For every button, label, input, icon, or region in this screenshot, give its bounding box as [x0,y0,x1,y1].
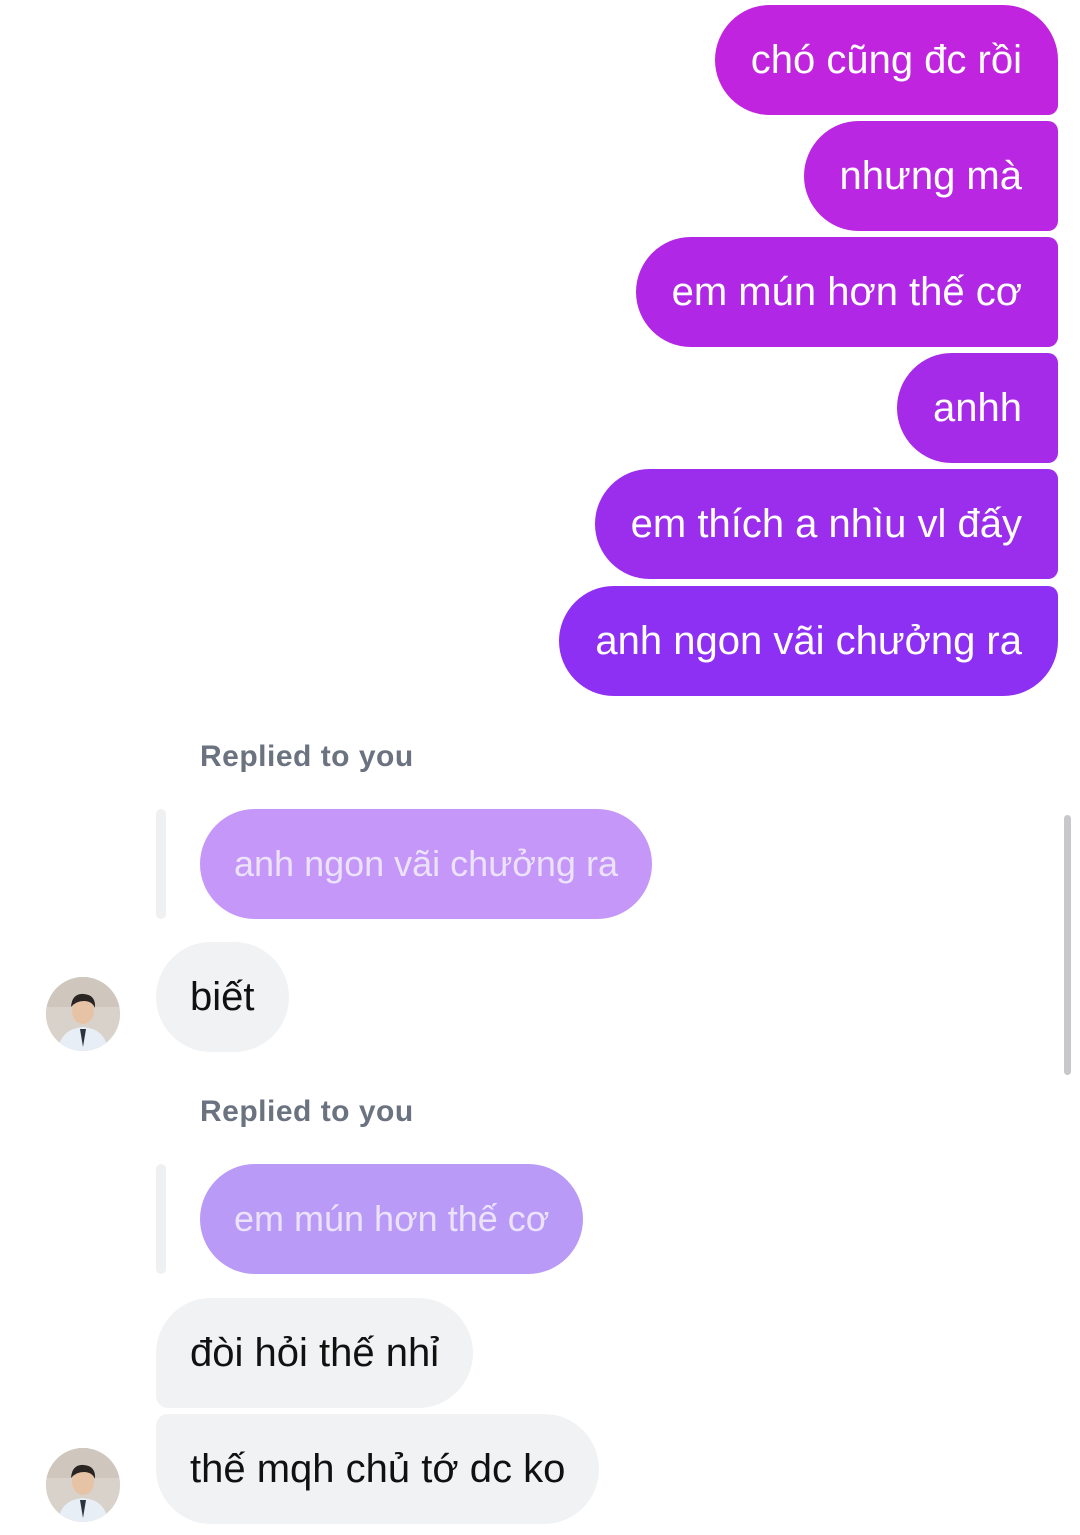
reply-quote-bar [156,809,166,919]
received-message-bubble[interactable]: thế mqh chủ tớ dc ko [156,1414,600,1524]
reply-quote-bar [156,1164,166,1274]
received-message-bubble[interactable]: đòi hỏi thế nhỉ [156,1298,474,1408]
sent-message-bubble[interactable]: em mún hơn thế cơ [635,237,1058,347]
quoted-message-bubble[interactable]: em mún hơn thế cơ [200,1164,584,1274]
scrollbar-thumb[interactable] [1064,815,1071,1075]
avatar-image [46,977,120,1051]
replied-to-label: Replied to you [200,1095,414,1128]
sent-message-bubble[interactable]: anh ngon vãi chưởng ra [559,586,1058,696]
contact-avatar-icon[interactable] [46,977,120,1051]
contact-avatar-icon[interactable] [46,1448,120,1522]
sent-message-bubble[interactable]: anhh [897,353,1058,463]
replied-to-label: Replied to you [200,740,414,773]
avatar-image [46,1448,120,1522]
sent-message-bubble[interactable]: nhưng mà [803,121,1058,231]
sent-message-bubble[interactable]: em thích a nhìu vl đấy [594,469,1058,579]
sent-message-bubble[interactable]: chó cũng đc rồi [714,5,1058,115]
quoted-message-bubble[interactable]: anh ngon vãi chưởng ra [200,809,652,919]
received-message-bubble[interactable]: biết [156,942,289,1052]
